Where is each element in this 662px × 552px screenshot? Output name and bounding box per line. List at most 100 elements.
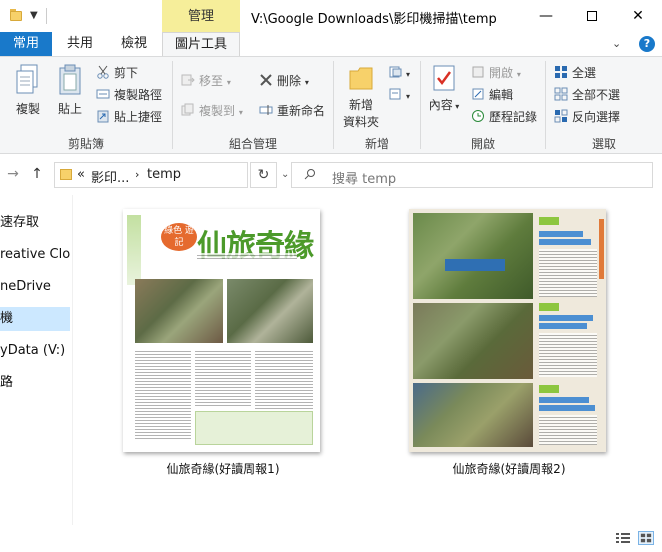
nav-item-quick-access[interactable]: 速存取 (0, 211, 70, 235)
nav-item-this-pc[interactable]: 機 (0, 307, 70, 331)
invert-selection-icon (554, 109, 568, 123)
select-group: 全選 全部不選 反向選擇 選取 (546, 57, 662, 155)
up-arrow-icon[interactable]: ↑ (28, 164, 46, 184)
title-bar: ▼ 管理 V:\Google Downloads\影印機掃描\temp — ✕ (0, 0, 662, 32)
folder-icon (60, 169, 72, 180)
breadcrumb-segment-1[interactable]: 影印... (91, 167, 129, 186)
minimize-icon: — (539, 8, 553, 24)
maximize-button[interactable] (569, 0, 615, 32)
thumbnail-photo (227, 279, 313, 343)
select-none-button[interactable]: 全部不選 (554, 85, 620, 105)
close-icon: ✕ (632, 8, 644, 24)
file-item[interactable]: 仙旅奇緣(好讀周報2) (399, 205, 621, 485)
invert-selection-label: 反向選擇 (572, 110, 621, 124)
refresh-button[interactable]: ↻ (250, 162, 277, 188)
thumbnail-text (195, 349, 251, 407)
thumbnail-heading (539, 239, 591, 245)
thumbnail-photo (135, 279, 223, 343)
search-icon (304, 169, 315, 180)
thumbnail-infobox (195, 411, 313, 445)
edit-label: 編輯 (489, 88, 514, 102)
paste-icon (59, 64, 81, 95)
open-icon (472, 66, 484, 78)
folder-icon[interactable] (10, 9, 24, 21)
address-overflow[interactable]: « (77, 167, 85, 182)
history-button[interactable]: 歷程記錄 (471, 107, 537, 127)
tab-picture-tools[interactable]: 圖片工具 (162, 32, 240, 56)
nav-item-creative-cloud[interactable]: reative Clouc (0, 243, 70, 267)
easy-access-button[interactable]: ▾ (388, 85, 410, 105)
window-title: V:\Google Downloads\影印機掃描\temp (251, 12, 497, 27)
new-folder-icon (349, 67, 373, 90)
edit-icon (472, 88, 484, 100)
details-view-icon[interactable] (615, 531, 631, 545)
close-button[interactable]: ✕ (615, 0, 661, 32)
nav-item-onedrive[interactable]: neDrive (0, 275, 70, 299)
copy-to-label: 複製到 (199, 104, 236, 118)
delete-button[interactable]: 刪除 ▾ (259, 71, 309, 91)
rename-button[interactable]: 重新命名 (259, 101, 325, 121)
tab-share[interactable]: 共用 (54, 32, 106, 56)
thumbnail-heading (539, 397, 589, 403)
thumbnail-tag (539, 217, 559, 225)
file-name: 仙旅奇緣(好讀周報1) (166, 462, 280, 476)
copy-path-button[interactable]: 複製路徑 (96, 85, 162, 105)
paste-shortcut-label: 貼上捷徑 (114, 110, 163, 124)
new-item-icon (389, 66, 402, 78)
forward-arrow-icon[interactable]: → (4, 164, 22, 184)
copy-icon (16, 64, 38, 94)
paste-shortcut-icon (97, 110, 109, 123)
thumbnail-photo (413, 303, 533, 379)
search-input[interactable]: 搜尋 temp (291, 162, 653, 188)
paste-button[interactable]: 貼上 (52, 63, 88, 117)
thumbnail-decoration (599, 219, 604, 279)
ribbon-tab-row: 常用 共用 檢視 圖片工具 (0, 32, 662, 56)
thumbnail-photo (413, 213, 533, 299)
select-all-button[interactable]: 全選 (554, 63, 596, 83)
open-group-label: 開啟 (470, 137, 495, 151)
help-icon[interactable]: ? (639, 36, 655, 52)
invert-selection-button[interactable]: 反向選擇 (554, 107, 620, 127)
properties-icon (433, 65, 455, 91)
tab-home[interactable]: 常用 (0, 32, 52, 56)
properties-button[interactable]: 內容 ▾ (427, 63, 461, 113)
breadcrumb-segment-2[interactable]: temp (147, 167, 181, 182)
navigation-pane: 速存取 reative Clouc neDrive 機 yData (V:) 路 (0, 195, 72, 525)
new-folder-button[interactable]: 新增 資料夾 (338, 63, 384, 130)
paste-shortcut-button[interactable]: 貼上捷徑 (96, 107, 162, 127)
select-group-label: 選取 (591, 137, 616, 151)
open-label: 開啟 (489, 66, 514, 80)
move-to-button[interactable]: 移至 ▾ (181, 71, 231, 91)
easy-access-icon (389, 88, 401, 100)
open-button[interactable]: 開啟 ▾ (471, 63, 521, 83)
copy-to-button[interactable]: 複製到 ▾ (181, 101, 243, 121)
cut-button[interactable]: 剪下 (96, 63, 138, 83)
clipboard-group-label: 剪貼簿 (67, 137, 104, 151)
thumbnail-tag (539, 303, 559, 311)
large-icons-view-icon[interactable] (638, 531, 654, 545)
history-icon (472, 110, 484, 122)
tab-manage[interactable]: 管理 (162, 0, 240, 32)
nav-item-mydata-drive[interactable]: yData (V:) (0, 339, 70, 363)
quick-access-dropdown-icon[interactable]: ▼ (30, 10, 38, 21)
nav-item-network[interactable]: 路 (0, 371, 70, 395)
status-bar (0, 525, 662, 552)
new-item-button[interactable]: ▾ (388, 63, 410, 83)
tab-view[interactable]: 檢視 (108, 32, 160, 56)
refresh-icon: ↻ (257, 167, 270, 183)
edit-button[interactable]: 編輯 (471, 85, 513, 105)
file-name: 仙旅奇緣(好讀周報2) (452, 462, 566, 476)
new-folder-label-2: 資料夾 (342, 115, 379, 129)
address-bar[interactable]: « 影印... › temp ⌄ (54, 162, 289, 188)
organize-group: 移至 ▾ 複製到 ▾ 刪除 ▾ 重新命名 組合管理 (173, 57, 333, 155)
new-folder-label-1: 新增 (348, 98, 373, 112)
file-item[interactable]: 綠色 遊記 仙旅奇緣 仙旅奇緣(好讀周報1) (113, 205, 333, 485)
thumbnail-tag (539, 385, 559, 393)
copy-button[interactable]: 複製 (10, 63, 46, 117)
chevron-down-icon[interactable]: ⌄ (612, 37, 621, 50)
breadcrumb-chevron-icon[interactable]: › (135, 168, 139, 181)
address-dropdown-icon[interactable]: ⌄ (281, 169, 289, 180)
select-none-icon (554, 87, 568, 101)
file-thumbnail (409, 209, 606, 452)
minimize-button[interactable]: — (523, 0, 569, 32)
